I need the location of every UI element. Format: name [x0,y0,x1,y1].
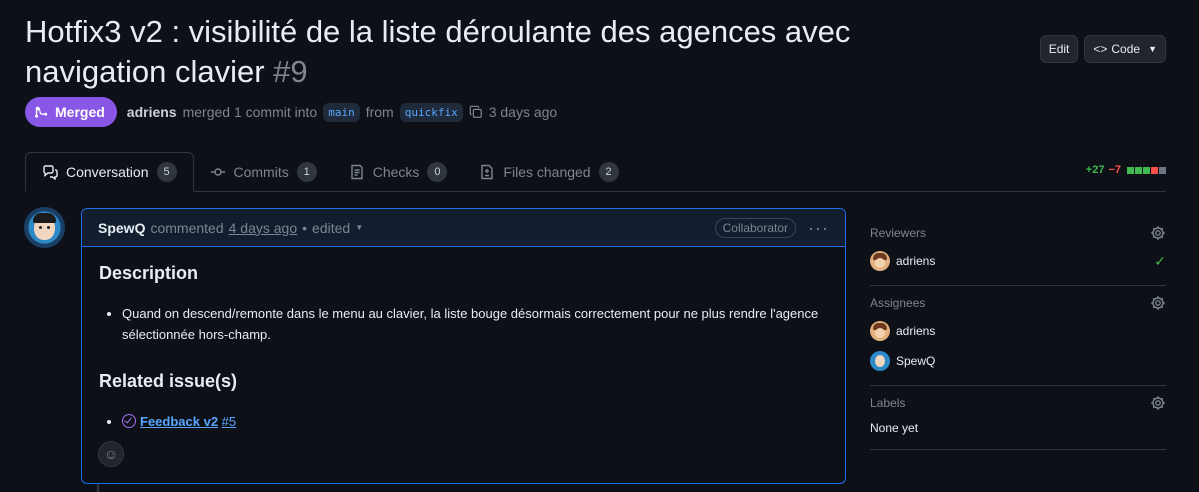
comment-action: commented [150,219,224,236]
diff-blocks [1127,166,1166,174]
separator: • [302,219,308,236]
issue-link[interactable]: Feedback v2 [140,414,218,429]
checklist-icon [351,164,363,179]
assignee-item[interactable]: SpewQ [870,351,1166,371]
status-label: Merged [55,104,105,120]
diffstat: +27 −7 [1086,164,1166,176]
diff-deletions: −7 [1108,164,1121,176]
comment-time[interactable]: 4 days ago [229,220,298,236]
diff-block [1127,166,1134,174]
gear-icon[interactable] [1150,395,1166,411]
chevron-down-icon: ▼ [355,223,364,232]
tab-counter: 5 [156,162,177,182]
reviewers-section: Reviewers adriens ✓ [870,216,1166,286]
edited-label: edited [312,219,351,236]
merge-time: 3 days ago [488,104,558,120]
assignees-section: Assignees adriens SpewQ [870,286,1166,386]
tab-conversation[interactable]: Conversation 5 [25,152,194,192]
tab-commits[interactable]: Commits 1 [194,152,333,191]
assignees-title[interactable]: Assignees [870,294,1166,312]
code-icon: <> [1093,42,1108,56]
avatar [870,251,890,271]
tab-counter: 1 [296,161,317,182]
comment-icon [43,165,58,180]
pr-title: Hotfix3 v2 : visibilité de la liste déro… [25,12,945,92]
list-item: Feedback v2 #5 [122,411,828,432]
tab-counter: 2 [598,161,619,182]
gear-icon[interactable] [1150,295,1166,311]
list-item: Quand on descend/remonte dans le menu au… [122,303,828,345]
timeline-line [97,484,99,492]
edited-dropdown[interactable]: edited ▼ [312,220,363,236]
pr-meta: Merged adriens merged 1 commit into main… [25,97,557,127]
chevron-down-icon: ▼ [1148,44,1157,54]
avatar-hair [33,213,56,223]
comment-body: Description Quand on descend/remonte dan… [82,247,845,474]
merge-text: merged 1 commit into [182,104,318,120]
avatar-eye [47,226,50,229]
code-button[interactable]: <> Code ▼ [1084,35,1166,63]
tab-checks[interactable]: Checks 0 [333,152,464,191]
edit-button[interactable]: Edit [1039,35,1079,63]
role-badge: Collaborator [714,217,797,238]
tab-label: Files changed [503,163,591,180]
tab-label: Conversation [66,164,149,180]
gear-icon[interactable] [1150,225,1166,241]
related-issues-list: Feedback v2 #5 [122,411,828,432]
related-issues-heading: Related issue(s) [99,371,238,391]
avatar [870,321,890,341]
merge-author-link[interactable]: adriens [127,104,177,120]
header-actions: Edit <> Code ▼ [1039,35,1166,63]
merge-icon [35,106,48,118]
head-branch[interactable]: quickfix [399,102,463,122]
assignee-name: adriens [896,324,936,338]
assignee-item[interactable]: adriens [870,321,1166,341]
description-list: Quand on descend/remonte dans le menu au… [122,303,828,345]
smiley-icon: ☺ [103,446,119,462]
check-icon: ✓ [1154,252,1166,269]
tab-files-changed[interactable]: Files changed 2 [463,152,634,191]
tab-label: Checks [372,163,420,180]
labels-title[interactable]: Labels [870,394,1166,412]
diff-block [1151,166,1158,174]
pr-title-text: Hotfix3 v2 : visibilité de la liste déro… [25,14,851,89]
pr-tabs: Conversation 5 Commits 1 Checks 0 Files … [25,152,1166,192]
commit-icon [210,167,225,176]
pr-number: #9 [273,54,308,89]
reviewers-title[interactable]: Reviewers [870,224,1166,242]
sidebar: Reviewers adriens ✓ Assignees adriens Sp… [870,216,1166,450]
labels-section: Labels None yet [870,386,1166,450]
assignee-name: SpewQ [896,354,936,368]
reviewer-name: adriens [896,254,936,268]
tab-counter: 0 [427,161,448,182]
add-reaction-button[interactable]: ☺ [98,441,124,467]
from-text: from [365,104,394,120]
diff-block [1143,166,1150,174]
description-heading: Description [99,263,199,283]
comment-box: SpewQ commented 4 days ago • edited ▼ Co… [81,208,846,484]
issue-closed-icon [122,414,136,428]
avatar-eye [39,226,42,229]
labels-value: None yet [870,421,919,435]
diff-block [1159,166,1166,174]
diff-additions: +27 [1085,164,1105,176]
file-diff-icon [481,164,494,179]
issue-number[interactable]: #5 [222,414,236,429]
copy-icon[interactable] [469,105,483,119]
diff-block [1135,166,1142,174]
base-branch[interactable]: main [323,102,360,122]
status-badge: Merged [25,97,117,127]
tab-label: Commits [233,163,289,180]
reviewer-item[interactable]: adriens ✓ [870,251,1166,271]
comment-header: SpewQ commented 4 days ago • edited ▼ Co… [82,209,845,247]
kebab-menu-icon[interactable]: ··· [808,219,829,237]
code-button-label: Code [1111,42,1141,56]
comment-author[interactable]: SpewQ [98,220,145,236]
avatar[interactable] [24,207,65,248]
avatar [870,351,890,371]
